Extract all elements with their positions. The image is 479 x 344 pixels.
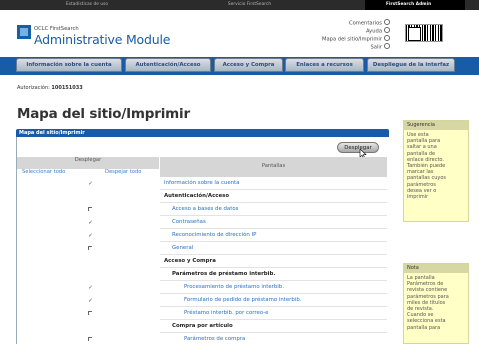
- tab-resource-links[interactable]: Enlaces a recursos: [285, 58, 364, 72]
- tab-account-info[interactable]: Información sobre la cuenta: [16, 58, 122, 72]
- display-checkbox[interactable]: [88, 246, 92, 250]
- tab-interface-display[interactable]: Despliegue de la interfaz: [367, 58, 455, 72]
- top-nav-usage-stats[interactable]: Estadísticas de uso: [66, 1, 108, 6]
- top-nav-firstsearch-service[interactable]: Servicio FirstSearch: [228, 1, 271, 6]
- tip-box-title: Sugerencia: [404, 121, 468, 130]
- table-row: Compra por artículo: [160, 320, 387, 333]
- section-heading: Parámetros de préstamo interbib.: [172, 271, 276, 277]
- screen-link[interactable]: Préstamo interbib. por correo-e: [184, 310, 269, 316]
- link-help[interactable]: Ayuda: [322, 27, 390, 35]
- display-checkbox[interactable]: [88, 233, 93, 238]
- display-checkbox[interactable]: [88, 337, 92, 341]
- table-row: Acceso a bases de datos: [160, 203, 387, 216]
- display-checkbox[interactable]: [88, 181, 93, 186]
- screen-link[interactable]: Formulario de pedido de préstamo interbi…: [184, 297, 301, 303]
- link-comments[interactable]: Comentarios: [322, 19, 390, 27]
- select-all-link[interactable]: Seleccionar todo: [22, 169, 65, 175]
- section-heading: Autenticación/Acceso: [164, 193, 230, 199]
- panel-header-label: Mapa del sitio/Imprimir: [19, 130, 85, 136]
- table-row: Préstamo interbib. por correo-e: [160, 307, 387, 320]
- module-title: Administrative Module: [34, 32, 171, 47]
- section-heading: Compra por artículo: [172, 323, 233, 329]
- screen-link[interactable]: General: [172, 245, 193, 251]
- link-sitemap-print[interactable]: Mapa del sitio/Imprimir: [322, 35, 390, 43]
- table-row: Autenticación/Acceso: [160, 190, 387, 203]
- screen-link[interactable]: Acceso a bases de datos: [172, 206, 238, 212]
- tip-box: Sugerencia Use esta pantalla para saltar…: [403, 120, 469, 222]
- display-button[interactable]: Desplegar: [337, 142, 379, 153]
- display-checkbox[interactable]: [88, 220, 93, 225]
- deselect-all-link[interactable]: Despejar todo: [105, 169, 141, 175]
- table-row: Contraseñas: [160, 216, 387, 229]
- table-row: Procesamiento de préstamo interbib.: [160, 281, 387, 294]
- note-box: Nota La pantalla Parámetros de revista c…: [403, 263, 469, 344]
- barcode-logo-icon: [405, 24, 443, 42]
- display-column-header: Desplegar: [74, 157, 102, 163]
- link-logout[interactable]: Salir: [322, 43, 390, 51]
- top-nav-firstsearch-admin[interactable]: FirstSearch Admin: [386, 1, 431, 6]
- page-title: Mapa del sitio/Imprimir: [17, 106, 190, 122]
- table-row: Formulario de pedido de préstamo interbi…: [160, 294, 387, 307]
- top-nav-bar: Estadísticas de uso Servicio FirstSearch…: [0, 0, 479, 10]
- table-row: Parámetros de préstamo interbib.: [160, 268, 387, 281]
- display-checkbox[interactable]: [88, 207, 92, 211]
- screen-link[interactable]: Reconocimiento de dirección IP: [172, 232, 256, 238]
- table-row: Acceso y Compra: [160, 255, 387, 268]
- screens-column-header: Pantallas: [261, 163, 286, 169]
- screen-link[interactable]: Procesamiento de préstamo interbib.: [184, 284, 284, 290]
- tab-authentication[interactable]: Autenticación/Acceso: [125, 58, 211, 72]
- authorization-number: 100151033: [51, 85, 83, 91]
- table-row: General: [160, 242, 387, 255]
- authorization-label: Autorización:: [17, 85, 50, 91]
- table-row: Información sobre la cuenta: [160, 177, 387, 190]
- screen-link[interactable]: Parámetros de compra: [184, 336, 245, 342]
- table-row: Reconocimiento de dirección IP: [160, 229, 387, 242]
- display-checkbox[interactable]: [88, 311, 92, 315]
- screen-link[interactable]: Contraseñas: [172, 219, 206, 225]
- screen-link[interactable]: Información sobre la cuenta: [164, 180, 239, 186]
- panel-header: Mapa del sitio/Imprimir: [16, 129, 389, 137]
- tip-box-body: Use esta pantalla para saltar a una pant…: [407, 132, 447, 201]
- authorization-line: Autorización: 100151033: [17, 85, 83, 91]
- section-heading: Acceso y Compra: [164, 258, 216, 264]
- display-checkbox[interactable]: [88, 298, 93, 303]
- tab-access-purchase[interactable]: Acceso y Compra: [214, 58, 283, 72]
- table-row: Parámetros de compra: [160, 333, 387, 344]
- oclc-logo-icon: [17, 25, 31, 39]
- note-box-title: Nota: [404, 264, 468, 273]
- note-box-body: La pantalla Parámetros de revista contie…: [407, 275, 449, 331]
- utility-links: Comentarios Ayuda Mapa del sitio/Imprimi…: [322, 19, 390, 51]
- display-checkbox[interactable]: [88, 285, 93, 290]
